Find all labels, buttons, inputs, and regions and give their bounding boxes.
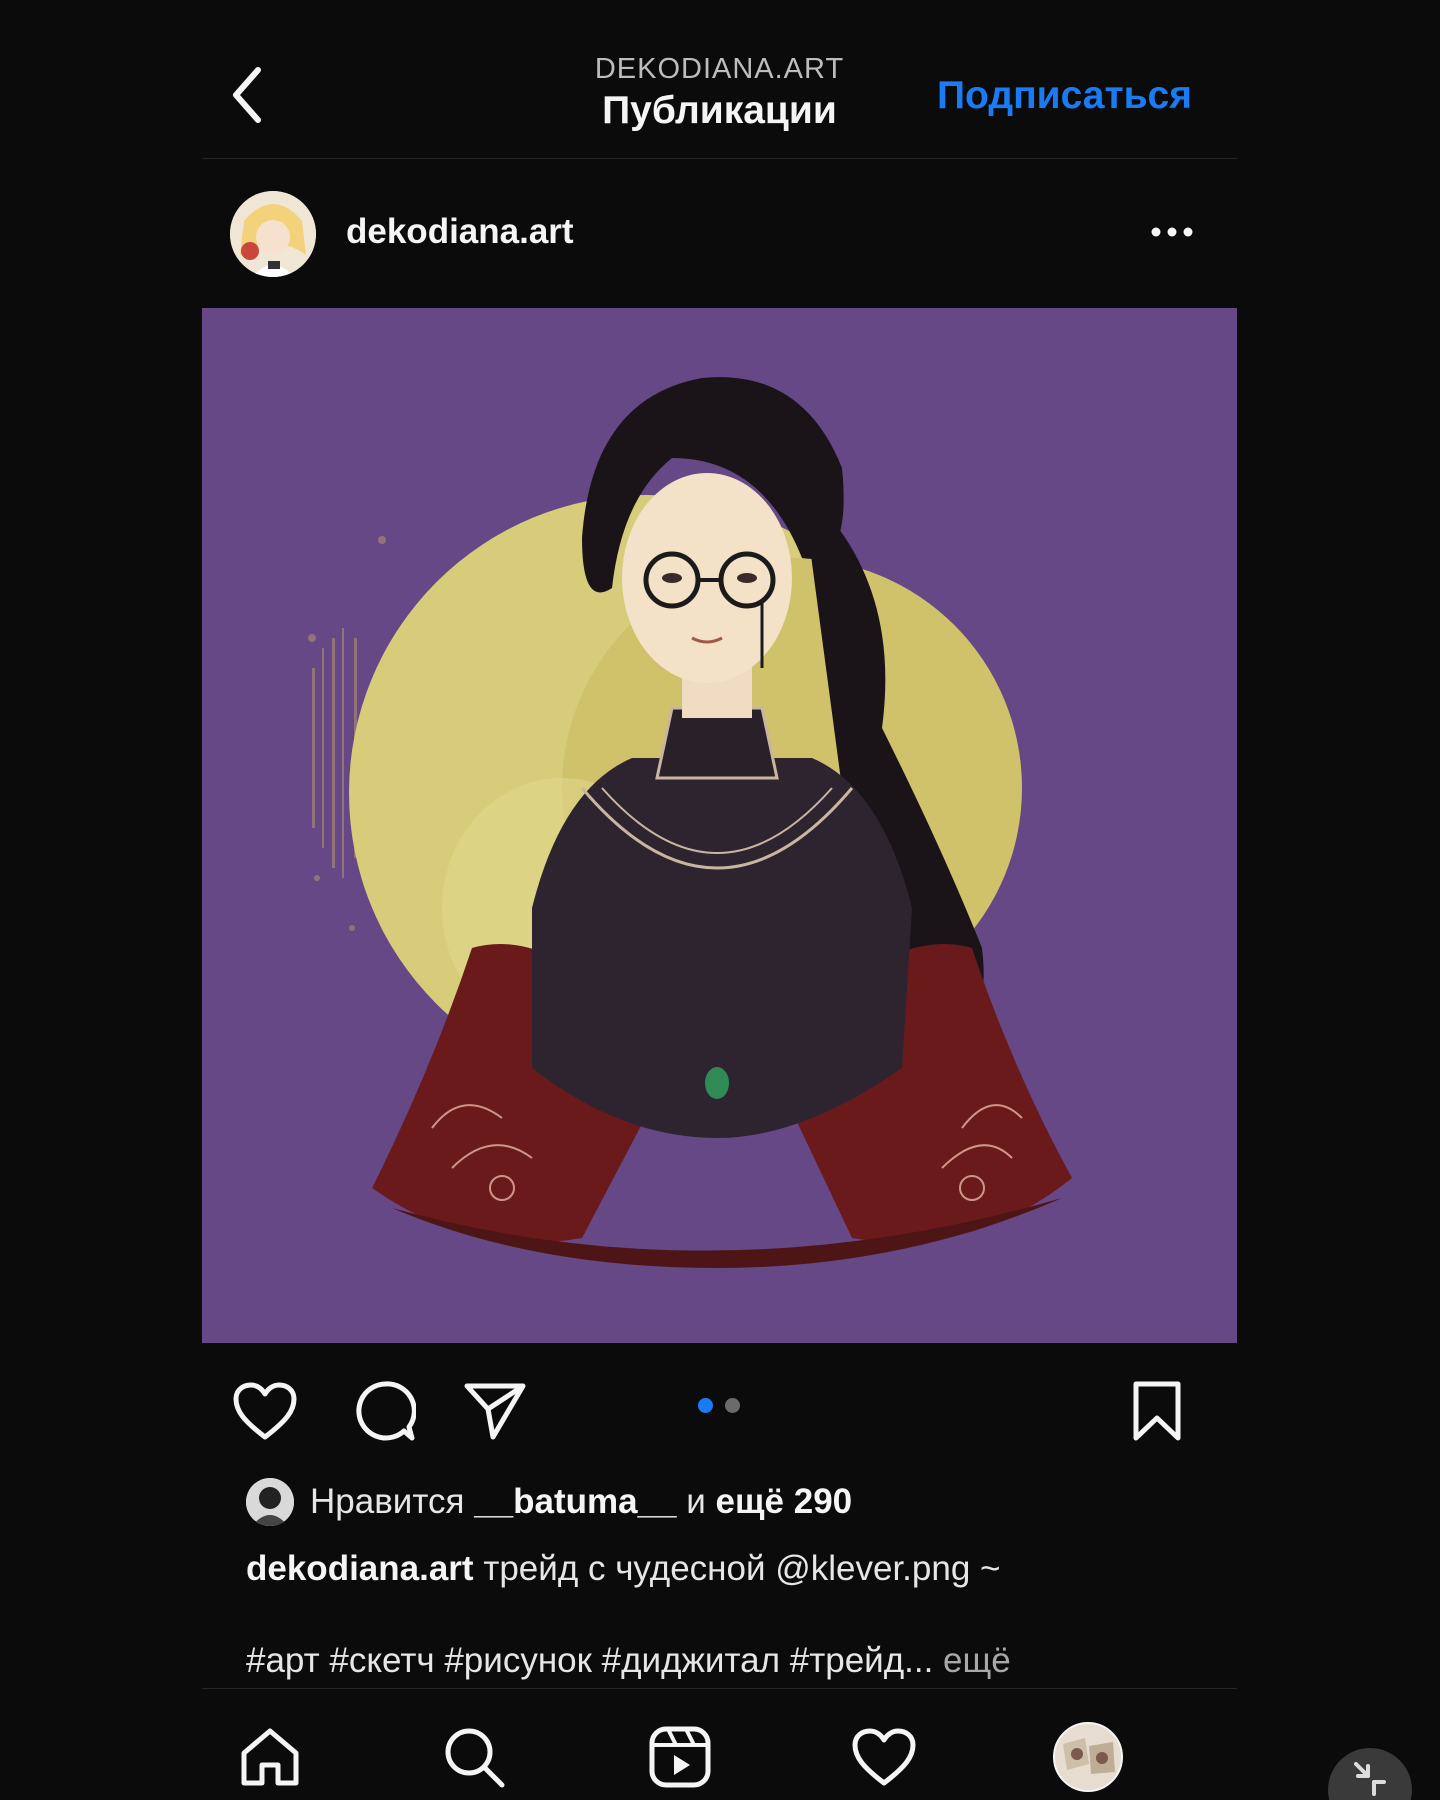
hashtags-text[interactable]: #арт #скетч #рисунок #диджитал #трейд... [246, 1641, 933, 1680]
illustration [202, 308, 1237, 1343]
nav-home[interactable] [232, 1719, 308, 1795]
likes-others[interactable]: ещё 290 [716, 1482, 853, 1522]
post-header: dekodiana.art [202, 158, 1237, 308]
heart-icon [852, 1728, 916, 1786]
nav-reels[interactable] [642, 1719, 718, 1795]
save-button[interactable] [1122, 1376, 1192, 1446]
post-image[interactable] [202, 308, 1237, 1343]
caption-author[interactable]: dekodiana.art [246, 1549, 474, 1588]
more-horizontal-icon [1151, 227, 1193, 237]
collapse-button[interactable] [1328, 1748, 1412, 1800]
reels-icon [649, 1726, 711, 1788]
collapse-icon [1354, 1762, 1386, 1796]
author-avatar[interactable] [230, 191, 316, 277]
post-actions [202, 1362, 1237, 1452]
carousel-dot [725, 1398, 740, 1413]
like-button[interactable] [230, 1376, 300, 1446]
heart-icon [233, 1382, 297, 1440]
more-options-button[interactable] [1142, 210, 1202, 254]
nav-profile[interactable] [1050, 1719, 1126, 1795]
post-username[interactable]: dekodiana.art [346, 212, 574, 252]
profile-avatar [1053, 1722, 1123, 1792]
send-icon [464, 1383, 526, 1440]
comment-button[interactable] [350, 1376, 420, 1446]
bookmark-icon [1133, 1381, 1181, 1441]
likes-conjunction: и [686, 1482, 706, 1521]
top-header: DEKODIANA.ART Публикации Подписаться [202, 0, 1237, 159]
nav-activity[interactable] [846, 1719, 922, 1795]
share-button[interactable] [460, 1376, 530, 1446]
search-icon [445, 1728, 505, 1788]
bottom-nav [202, 1688, 1237, 1800]
caption-hashtags: #арт #скетч #рисунок #диджитал #трейд...… [246, 1636, 1206, 1686]
liker-username[interactable]: __batuma__ [474, 1482, 676, 1522]
home-icon [241, 1728, 299, 1786]
post-column: DEKODIANA.ART Публикации Подписаться dek… [202, 0, 1237, 1800]
liker-avatar [246, 1478, 294, 1526]
likes-summary[interactable]: Нравится __batuma__ и ещё 290 [246, 1476, 852, 1528]
nav-search[interactable] [436, 1719, 512, 1795]
avatar-image [230, 191, 316, 277]
carousel-dot-active [698, 1398, 713, 1413]
likes-prefix: Нравится [310, 1482, 465, 1521]
carousel-indicator [698, 1398, 740, 1413]
caption-more-link[interactable]: ещё [943, 1641, 1011, 1680]
follow-button[interactable]: Подписаться [937, 74, 1192, 118]
comment-icon [356, 1381, 416, 1441]
screen: DEKODIANA.ART Публикации Подписаться dek… [0, 0, 1440, 1800]
caption-text: трейд с чудесной @klever.png ~ [483, 1549, 1001, 1588]
post-caption: dekodiana.art трейд с чудесной @klever.p… [246, 1544, 1206, 1594]
